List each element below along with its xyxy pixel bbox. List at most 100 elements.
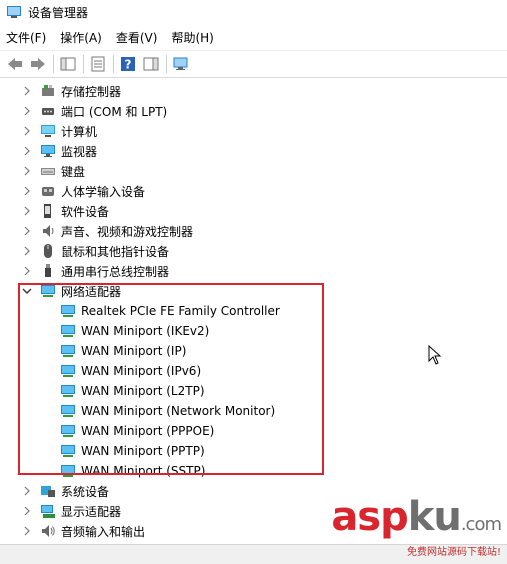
toolbar-separator bbox=[166, 55, 167, 73]
forward-arrow-icon bbox=[31, 58, 45, 70]
back-arrow-icon bbox=[8, 58, 22, 70]
menu-help[interactable]: 帮助(H) bbox=[171, 29, 213, 46]
chevron-right-icon[interactable] bbox=[20, 146, 34, 156]
tree-category[interactable]: 计算机 bbox=[20, 121, 97, 141]
sound-icon bbox=[40, 223, 56, 239]
help-icon: ? bbox=[121, 57, 135, 72]
tree-category[interactable]: 软件设备 bbox=[20, 201, 109, 221]
network-adapter-icon bbox=[60, 303, 76, 319]
chevron-right-icon[interactable] bbox=[20, 86, 34, 96]
device-tree: 存储控制器端口 (COM 和 LPT) 计算机监视器键盘人体学输入设备软件设备声音… bbox=[0, 80, 507, 545]
network-adapter-item[interactable]: WAN Miniport (Network Monitor) bbox=[60, 401, 275, 421]
properties-button[interactable] bbox=[87, 53, 109, 75]
watermark-subtitle: 免费网站源码下载站! bbox=[406, 547, 501, 558]
network-adapter-label: WAN Miniport (SSTP) bbox=[81, 464, 206, 478]
tree-category-label: 键盘 bbox=[61, 164, 86, 179]
network-adapter-icon bbox=[60, 403, 76, 419]
tree-category[interactable]: 声音、视频和游戏控制器 bbox=[20, 221, 193, 241]
help-button[interactable]: ? bbox=[117, 53, 139, 75]
scan-hardware-button[interactable] bbox=[170, 53, 192, 75]
tree-category[interactable]: 人体学输入设备 bbox=[20, 181, 145, 201]
network-adapter-label: WAN Miniport (L2TP) bbox=[81, 384, 205, 398]
network-adapter-icon bbox=[60, 343, 76, 359]
tree-category[interactable]: 网络适配器 bbox=[20, 281, 121, 301]
network-adapter-icon bbox=[60, 363, 76, 379]
back-button[interactable] bbox=[4, 53, 26, 75]
network-adapter-icon bbox=[60, 383, 76, 399]
network-adapter-item[interactable]: WAN Miniport (L2TP) bbox=[60, 381, 205, 401]
toolbar: ? bbox=[0, 50, 507, 78]
tree-category[interactable]: 音频输入和输出 bbox=[20, 521, 145, 541]
menu-file[interactable]: 文件(F) bbox=[6, 29, 46, 46]
toolbar-separator bbox=[83, 55, 84, 73]
network-adapter-label: Realtek PCIe FE Family Controller bbox=[81, 304, 280, 318]
show-hide-console-tree-button[interactable] bbox=[57, 53, 79, 75]
forward-button[interactable] bbox=[27, 53, 49, 75]
hid-icon bbox=[40, 183, 56, 199]
scan-hardware-icon bbox=[173, 57, 188, 70]
chevron-right-icon[interactable] bbox=[20, 246, 34, 256]
network-adapter-item[interactable]: WAN Miniport (PPPOE) bbox=[60, 421, 214, 441]
tree-category-label: 通用串行总线控制器 bbox=[61, 264, 170, 279]
chevron-right-icon[interactable] bbox=[20, 186, 34, 196]
storage-controller-icon bbox=[40, 83, 56, 99]
action-pane-button[interactable] bbox=[140, 53, 162, 75]
tree-category-label: 显示适配器 bbox=[61, 504, 122, 519]
network-adapter-icon bbox=[60, 463, 76, 479]
tree-category-label: 鼠标和其他指针设备 bbox=[61, 244, 170, 259]
network-adapter-icon bbox=[60, 423, 76, 439]
network-adapter-item[interactable]: WAN Miniport (PPTP) bbox=[60, 441, 205, 461]
network-adapter-icon bbox=[40, 283, 56, 299]
mouse-icon bbox=[40, 243, 56, 259]
menu-view[interactable]: 查看(V) bbox=[116, 29, 158, 46]
tree-category[interactable]: 通用串行总线控制器 bbox=[20, 261, 169, 281]
network-adapter-label: WAN Miniport (PPTP) bbox=[81, 444, 205, 458]
tree-category[interactable]: 存储控制器 bbox=[20, 81, 121, 101]
chevron-right-icon[interactable] bbox=[20, 506, 34, 516]
tree-category[interactable]: 监视器 bbox=[20, 141, 97, 161]
port-icon bbox=[40, 103, 56, 119]
tree-category-label: 声音、视频和游戏控制器 bbox=[61, 224, 194, 239]
network-adapter-item[interactable]: WAN Miniport (IPv6) bbox=[60, 361, 201, 381]
tree-category[interactable]: 显示适配器 bbox=[20, 501, 121, 521]
network-adapter-label: WAN Miniport (IP) bbox=[81, 344, 187, 358]
tree-category-label: 人体学输入设备 bbox=[61, 184, 146, 199]
computer-icon bbox=[40, 123, 56, 139]
network-adapter-item[interactable]: WAN Miniport (SSTP) bbox=[60, 461, 205, 481]
chevron-right-icon[interactable] bbox=[20, 126, 34, 136]
chevron-right-icon[interactable] bbox=[20, 206, 34, 216]
chevron-right-icon[interactable] bbox=[20, 266, 34, 276]
chevron-right-icon[interactable] bbox=[20, 526, 34, 536]
chevron-right-icon[interactable] bbox=[20, 226, 34, 236]
network-adapter-label: WAN Miniport (IPv6) bbox=[81, 364, 202, 378]
tree-category-label: 网络适配器 bbox=[61, 284, 122, 299]
chevron-right-icon[interactable] bbox=[20, 486, 34, 496]
tree-category-label: 端口 (COM 和 LPT) bbox=[61, 104, 168, 119]
chevron-right-icon[interactable] bbox=[20, 106, 34, 116]
system-device-icon bbox=[40, 483, 56, 499]
network-adapter-item[interactable]: Realtek PCIe FE Family Controller bbox=[60, 301, 280, 321]
network-adapter-label: WAN Miniport (PPPOE) bbox=[81, 424, 215, 438]
display-adapter-icon bbox=[40, 503, 56, 519]
toolbar-separator bbox=[113, 55, 114, 73]
svg-text:?: ? bbox=[125, 58, 132, 72]
network-adapter-icon bbox=[60, 443, 76, 459]
watermark: aspku.com 免费网站源码下载站! bbox=[331, 497, 502, 558]
usb-icon bbox=[40, 263, 56, 279]
tree-category[interactable]: 键盘 bbox=[20, 161, 85, 181]
tree-category[interactable]: 端口 (COM 和 LPT) bbox=[20, 101, 167, 121]
tree-category-label: 系统设备 bbox=[61, 484, 110, 499]
network-adapter-item[interactable]: WAN Miniport (IKEv2) bbox=[60, 321, 209, 341]
software-device-icon bbox=[40, 203, 56, 219]
properties-icon bbox=[91, 56, 105, 72]
network-adapter-item[interactable]: WAN Miniport (IP) bbox=[60, 341, 186, 361]
device-manager-icon bbox=[7, 6, 21, 18]
chevron-right-icon[interactable] bbox=[20, 166, 34, 176]
tree-category[interactable]: 鼠标和其他指针设备 bbox=[20, 241, 169, 261]
tree-category[interactable]: 系统设备 bbox=[20, 481, 109, 501]
network-adapter-label: WAN Miniport (IKEv2) bbox=[81, 324, 210, 338]
tree-category-label: 计算机 bbox=[61, 124, 98, 139]
keyboard-icon bbox=[40, 163, 56, 179]
menu-action[interactable]: 操作(A) bbox=[60, 29, 102, 46]
chevron-down-icon[interactable] bbox=[20, 287, 34, 295]
